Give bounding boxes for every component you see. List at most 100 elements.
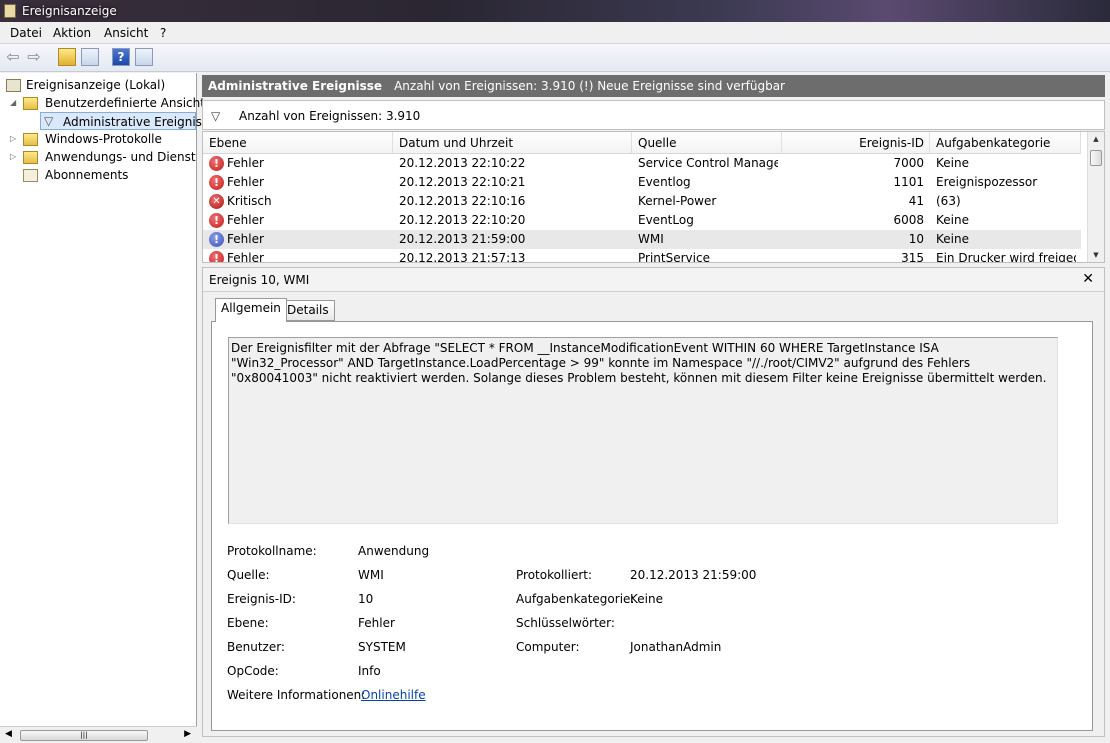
tab-allgemein[interactable]: Allgemein [215,298,287,322]
column-header-aufgabenkategorie[interactable]: Aufgabenkategorie [930,132,1081,154]
menu-bar: Datei Aktion Ansicht ? [0,22,1110,44]
cell-date: 20.12.2013 22:10:16 [399,194,526,208]
table-row[interactable]: ! Fehler 20.12.2013 22:10:22 Service Contro… [203,154,1081,173]
scroll-left-icon[interactable]: ◀ [5,729,12,739]
value-ebene: Fehler [358,616,395,630]
cell-category: Ein Drucker wird freigeg... [936,251,1076,263]
cell-id: 10 [908,232,924,246]
help-icon[interactable]: ? [112,48,130,66]
column-header-datum[interactable]: Datum und Uhrzeit [393,132,632,154]
cell-category: Ereignispozessor [936,175,1038,189]
tree-item-root[interactable]: Ereignisanzeige (Lokal) [4,76,194,94]
cell-date: 20.12.2013 22:10:20 [399,213,526,227]
close-icon[interactable]: ✕ [1082,272,1094,286]
value-aufgabenkategorie: Keine [630,592,663,606]
window-title: Ereignisanzeige [22,4,117,18]
menu-ansicht[interactable]: Ansicht [101,25,151,41]
label-protokollname: Protokollname: [227,544,317,558]
toolbar: ⇦ ⇨ ? [0,44,1110,72]
forward-arrow-icon[interactable]: ⇨ [25,48,43,66]
cell-id: 315 [901,251,924,263]
table-row[interactable]: ✕ Kritisch 20.12.2013 22:10:16 Kernel-Power… [203,192,1081,211]
label-weitere-informationen: Weitere Informationen: [227,688,366,702]
label-benutzer: Benutzer: [227,640,285,654]
grid-vertical-scrollbar[interactable]: ▲ ▼ [1087,132,1104,262]
cell-level: Fehler [227,232,264,246]
scrollbar-thumb[interactable]: ||| [20,730,148,741]
cell-level: Fehler [227,156,264,170]
menu-datei[interactable]: Datei [7,25,45,41]
table-row[interactable]: ! Fehler 20.12.2013 21:59:00 WMI 10 Keine [203,230,1081,249]
tree-label-admin-events: Administrative Ereignisse [63,115,216,129]
folder-up-icon[interactable] [58,48,76,66]
cell-date: 20.12.2013 22:10:21 [399,175,526,189]
tree-item-subscriptions[interactable]: Abonnements [8,166,196,184]
value-quelle: WMI [358,568,384,582]
view-info: Anzahl von Ereignissen: 3.910 (!) Neue E… [394,79,785,93]
menu-help[interactable]: ? [157,25,169,41]
cell-level: Fehler [227,213,264,227]
show-hide-console-tree-icon[interactable] [81,48,99,66]
expanded-chevron-icon[interactable]: ◢ [10,94,19,112]
event-count: Anzahl von Ereignissen: 3.910 [239,109,421,123]
view-header: Administrative Ereignisse Anzahl von Erei… [202,75,1105,97]
tree-horizontal-scrollbar[interactable]: ◀ ||| ▶ [0,726,197,743]
tree-item-custom-views[interactable]: ◢ Benutzerdefinierte Ansichten [8,94,220,112]
cell-source: WMI [638,232,664,246]
scroll-right-icon[interactable]: ▶ [184,729,191,739]
view-title: Administrative Ereignisse [208,79,383,93]
table-row[interactable]: ! Fehler 20.12.2013 21:57:13 PrintService 31… [203,249,1081,263]
tab-details[interactable]: Details [281,300,335,321]
label-schluesselwoerter: Schlüsselwörter: [516,616,615,630]
column-header-quelle[interactable]: Quelle [632,132,782,154]
collapsed-chevron-icon[interactable]: ▷ [10,148,19,166]
cell-source: Kernel-Power [638,194,717,208]
column-header-ebene[interactable]: Ebene [203,132,393,154]
main-pane: Administrative Ereignisse Anzahl von Erei… [200,73,1110,743]
onlinehilfe-link[interactable]: Onlinehilfe [361,688,426,702]
collapsed-chevron-icon[interactable]: ▷ [10,130,19,148]
label-quelle: Quelle: [227,568,270,582]
events-grid: Ebene Datum und Uhrzeit Quelle Ereignis-… [202,131,1105,263]
scroll-up-icon[interactable]: ▲ [1088,132,1104,146]
event-viewer-icon [6,79,21,92]
scroll-down-icon[interactable]: ▼ [1088,248,1104,262]
cell-date: 20.12.2013 21:59:00 [399,232,526,246]
subscriptions-icon [23,169,38,182]
column-header-ereignis-id[interactable]: Ereignis-ID [782,132,930,154]
event-viewer-app-icon [4,4,16,18]
tree-item-windows-logs[interactable]: ▷ Windows-Protokolle [8,130,196,148]
table-row[interactable]: ! Fehler 20.12.2013 22:10:21 Eventlog 1101 Er… [203,173,1081,192]
menu-aktion[interactable]: Aktion [50,25,94,41]
back-arrow-icon[interactable]: ⇦ [4,48,22,66]
event-description[interactable]: Der Ereignisfilter mit der Abfrage "SELE… [228,337,1058,524]
cell-source: EventLog [638,213,694,227]
scrollbar-thumb[interactable] [1090,150,1102,166]
cell-level: Fehler [227,175,264,189]
label-computer: Computer: [516,640,580,654]
cell-level: Fehler [227,251,264,263]
tree-item-admin-events[interactable]: ▽ Administrative Ereignisse [40,112,216,130]
cell-id: 1101 [893,175,924,189]
error-icon: ! [209,251,224,262]
error-icon: ! [209,213,224,228]
show-hide-action-pane-icon[interactable] [135,48,153,66]
value-protokolliert: 20.12.2013 21:59:00 [630,568,757,582]
console-tree: Ereignisanzeige (Lokal) ◢ Benutzerdefini… [0,73,220,743]
folder-icon [23,151,38,164]
cell-date: 20.12.2013 21:57:13 [399,251,526,263]
cell-category: Keine [936,156,969,170]
cell-category: (63) [936,194,961,208]
tree-label-root: Ereignisanzeige (Lokal) [26,78,166,92]
cell-level: Kritisch [227,194,272,208]
label-opcode: OpCode: [227,664,279,678]
error-icon: ! [209,156,224,171]
cell-source: Eventlog [638,175,691,189]
filter-funnel-icon: ▽ [44,114,54,128]
cell-id: 7000 [893,156,924,170]
detail-title: Ereignis 10, WMI ✕ [203,268,1104,292]
table-row[interactable]: ! Fehler 20.12.2013 22:10:20 EventLog 6008 Ke… [203,211,1081,230]
cell-source: Service Control Manager [638,156,778,170]
tree-label-app-logs: Anwendungs- und Dienstpro [45,150,196,164]
tree-item-app-logs[interactable]: ▷ Anwendungs- und Dienstpro [8,148,196,166]
